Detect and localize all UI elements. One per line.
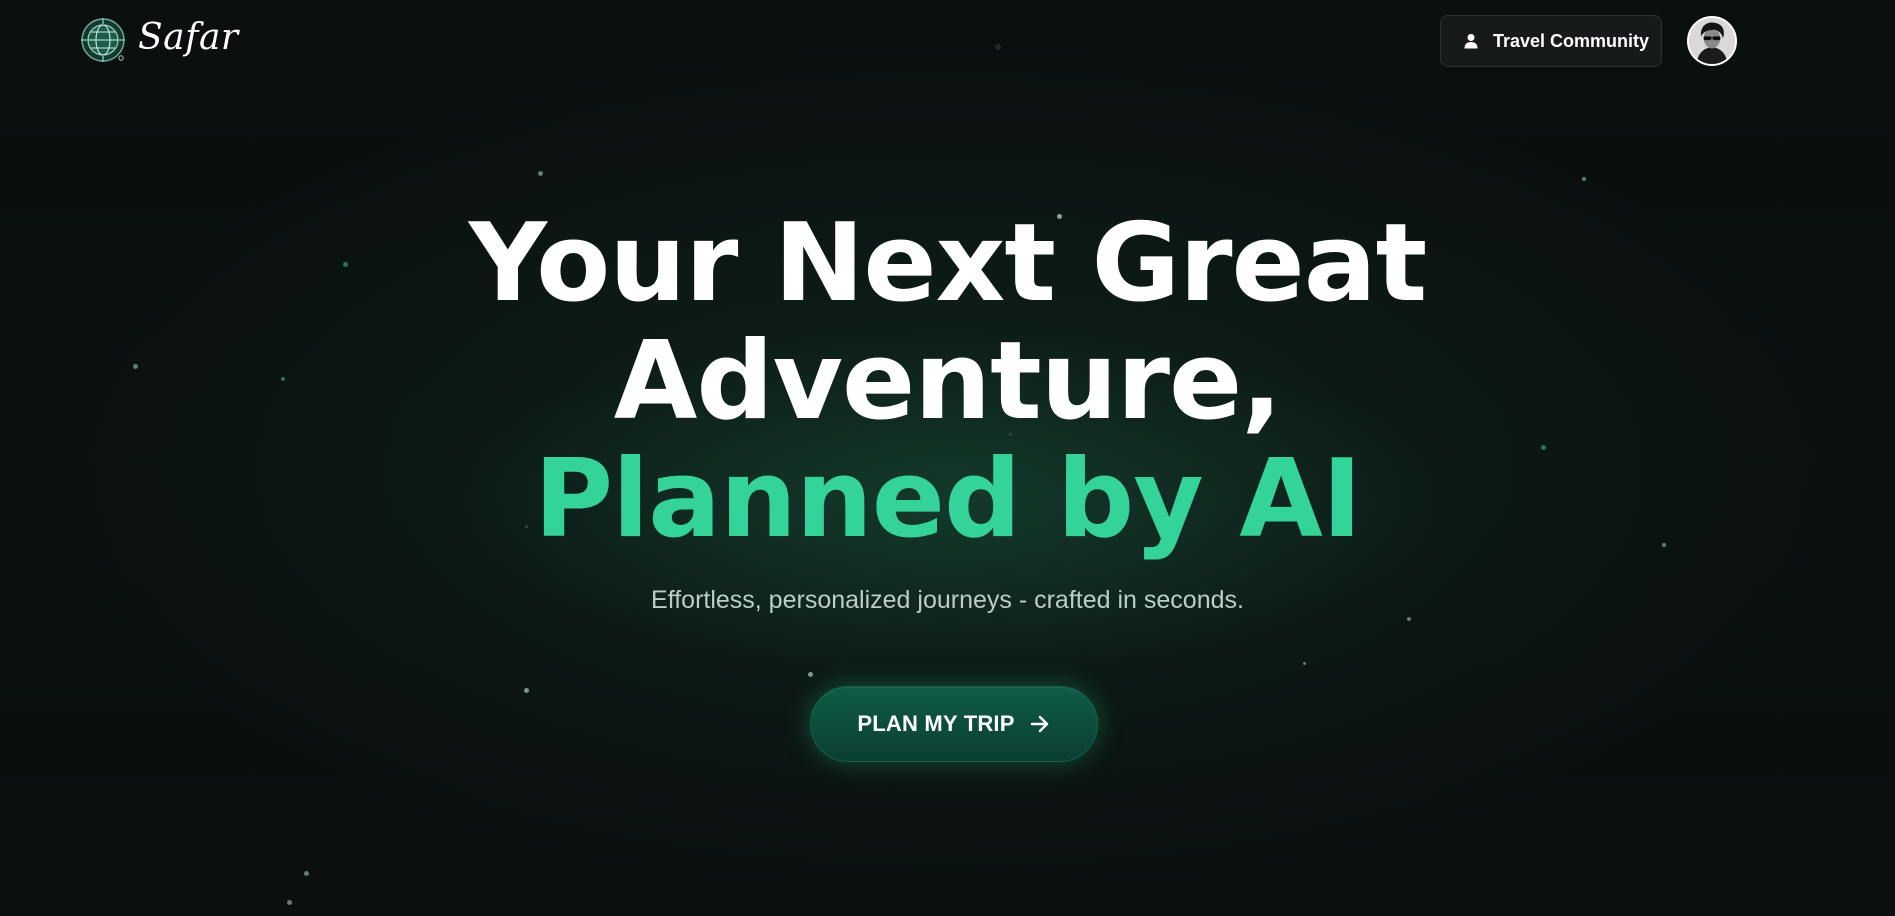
globe-compass-icon — [81, 18, 125, 62]
background-star — [808, 672, 813, 677]
hero-headline: Your Next Great Adventure, Planned by AI — [0, 205, 1895, 559]
background-star — [1407, 617, 1411, 621]
headline-line-2: Adventure, — [613, 319, 1282, 444]
background-star — [1582, 177, 1586, 181]
travel-community-button[interactable]: Travel Community — [1440, 15, 1662, 67]
brand-name: Safar — [138, 17, 239, 58]
user-icon — [1464, 34, 1478, 49]
background-star — [995, 44, 1001, 50]
brand-logo[interactable]: Safar — [80, 17, 239, 63]
background-star — [538, 171, 543, 176]
user-avatar[interactable] — [1687, 16, 1737, 66]
avatar-image — [1689, 18, 1735, 64]
background-star — [1303, 662, 1306, 665]
background-star — [524, 688, 529, 693]
plan-my-trip-label: PLAN MY TRIP — [857, 711, 1015, 736]
plan-my-trip-button[interactable]: PLAN MY TRIP — [810, 686, 1098, 762]
hero-section: Your Next Great Adventure, Planned by AI… — [0, 205, 1895, 615]
headline-accent: Planned by AI — [533, 437, 1362, 562]
travel-community-label: Travel Community — [1493, 30, 1650, 51]
landing-page: Safar Travel Community Your Next Great A… — [0, 0, 1895, 916]
headline-line-1: Your Next Great — [468, 201, 1427, 326]
arrow-right-icon — [1030, 715, 1048, 733]
hero-subtitle: Effortless, personalized journeys - craf… — [651, 586, 1244, 614]
background-star — [304, 871, 309, 876]
background-star — [287, 900, 292, 905]
